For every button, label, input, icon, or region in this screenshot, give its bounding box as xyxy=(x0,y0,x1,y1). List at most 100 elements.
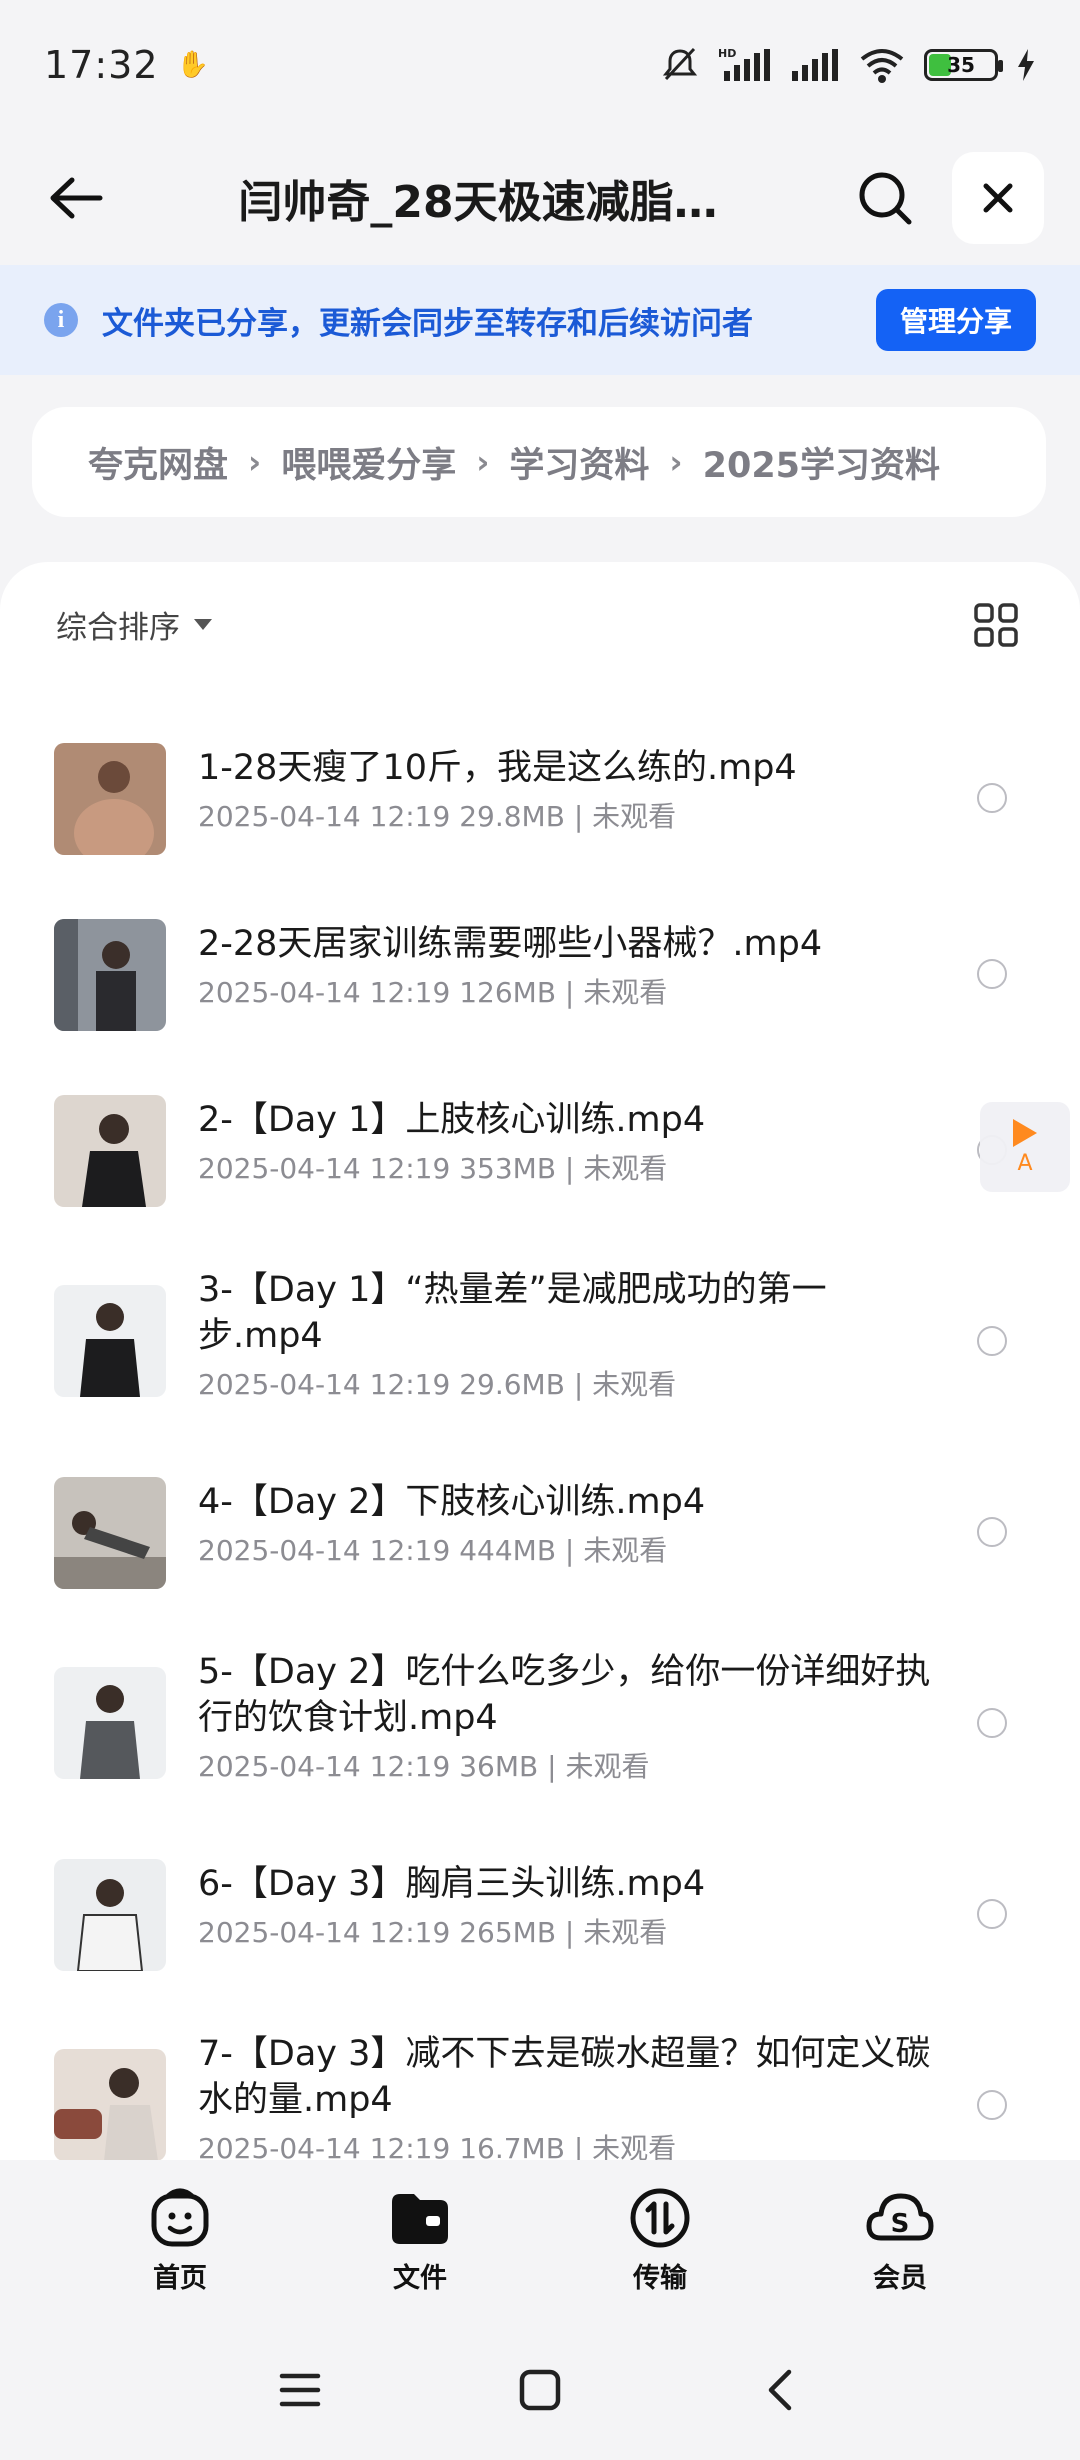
status-time: 17:32 xyxy=(44,43,159,87)
file-item[interactable]: 5-【Day 2】吃什么吃多少，给你一份详细好执行的饮食计划.mp4 2025-… xyxy=(0,1643,1080,1803)
file-item[interactable]: 2-28天居家训练需要哪些小器械？.mp4 2025-04-14 12:19 1… xyxy=(0,909,1080,1039)
tab-transfer[interactable]: 传输 xyxy=(580,2186,740,2295)
file-name: 3-【Day 1】“热量差”是减肥成功的第一步.mp4 xyxy=(198,1270,827,1356)
page-title: 闫帅奇_28天极速减脂… xyxy=(238,176,718,228)
video-thumbnail xyxy=(54,919,166,1031)
battery-level: 35 xyxy=(947,53,975,77)
chevron-left-icon xyxy=(768,2369,792,2411)
tab-files-label: 文件 xyxy=(393,2262,447,2294)
caret-down-icon[interactable] xyxy=(194,619,212,630)
tab-home[interactable]: 首页 xyxy=(100,2186,260,2295)
file-name: 4-【Day 2】下肢核心训练.mp4 xyxy=(198,1482,706,1522)
video-thumbnail xyxy=(54,1477,166,1589)
info-icon: i xyxy=(44,303,78,337)
file-name: 5-【Day 2】吃什么吃多少，给你一份详细好执行的饮食计划.mp4 xyxy=(198,1652,931,1738)
file-info: 6-【Day 3】胸肩三头训练.mp4 2025-04-14 12:19 265… xyxy=(198,1861,940,1951)
back-button[interactable] xyxy=(36,158,116,238)
signal-icon xyxy=(792,49,838,81)
floating-player-label: A xyxy=(1017,1150,1033,1176)
video-thumbnail xyxy=(54,1095,166,1207)
breadcrumb-item-share[interactable]: 喂喂爱分享 xyxy=(281,437,456,488)
square-icon xyxy=(519,2369,561,2411)
recent-apps-button[interactable] xyxy=(260,2350,340,2430)
file-meta: 2025-04-14 12:19 353MB | 未观看 xyxy=(198,1152,668,1185)
select-radio[interactable] xyxy=(977,1326,1007,1356)
file-info: 4-【Day 2】下肢核心训练.mp4 2025-04-14 12:19 444… xyxy=(198,1479,940,1569)
chevron-right-icon: › xyxy=(669,443,683,481)
notification-icon: ✋ xyxy=(176,50,209,80)
chevron-right-icon: › xyxy=(248,443,262,481)
file-info: 7-【Day 3】减不下去是碳水超量？如何定义碳水的量.mp4 2025-04-… xyxy=(198,2031,940,2167)
signal-hd-icon: HD xyxy=(718,47,770,81)
arrow-left-icon xyxy=(50,177,103,218)
header: 闫帅奇_28天极速减脂… xyxy=(0,130,1080,265)
file-name: 6-【Day 3】胸肩三头训练.mp4 xyxy=(198,1864,706,1904)
share-notice-banner: i 文件夹已分享，更新会同步至转存和后续访问者 管理分享 xyxy=(0,265,1080,375)
file-item[interactable]: 1-28天瘦了10斤，我是这么练的.mp4 2025-04-14 12:19 2… xyxy=(0,733,1080,863)
file-info: 1-28天瘦了10斤，我是这么练的.mp4 2025-04-14 12:19 2… xyxy=(198,745,940,835)
file-name: 1-28天瘦了10斤，我是这么练的.mp4 xyxy=(198,748,797,788)
select-radio[interactable] xyxy=(977,783,1007,813)
tab-home-label: 首页 xyxy=(153,2262,207,2294)
play-icon xyxy=(1013,1118,1037,1147)
file-list-panel: 综合排序 1-28天瘦了10斤，我是这么练的.mp4 2025-04-14 12… xyxy=(0,562,1080,2212)
select-radio[interactable] xyxy=(977,1517,1007,1547)
cloud-vip-icon: S xyxy=(866,2193,934,2240)
system-back-button[interactable] xyxy=(740,2350,820,2430)
select-radio[interactable] xyxy=(977,1899,1007,1929)
file-name: 7-【Day 3】减不下去是碳水超量？如何定义碳水的量.mp4 xyxy=(198,2034,931,2120)
file-meta: 2025-04-14 12:19 29.6MB | 未观看 xyxy=(198,1368,677,1401)
close-button[interactable] xyxy=(952,151,1044,244)
file-meta: 2025-04-14 12:19 126MB | 未观看 xyxy=(198,976,668,1009)
video-thumbnail xyxy=(54,1285,166,1397)
file-name: 2-28天居家训练需要哪些小器械？.mp4 xyxy=(198,924,823,964)
tab-vip[interactable]: S 会员 xyxy=(820,2186,980,2295)
breadcrumb-item-current[interactable]: 2025学习资料 xyxy=(703,437,940,488)
file-item[interactable]: 4-【Day 2】下肢核心训练.mp4 2025-04-14 12:19 444… xyxy=(0,1467,1080,1597)
system-nav-bar xyxy=(0,2320,1080,2460)
mute-bell-icon xyxy=(662,47,698,81)
video-thumbnail xyxy=(54,1667,166,1779)
tab-transfer-label: 传输 xyxy=(633,2262,687,2294)
select-radio[interactable] xyxy=(977,959,1007,989)
svg-text:S: S xyxy=(891,2209,910,2239)
select-radio[interactable] xyxy=(977,2090,1007,2120)
file-info: 2-28天居家训练需要哪些小器械？.mp4 2025-04-14 12:19 1… xyxy=(198,921,940,1011)
svg-text:HD: HD xyxy=(718,47,736,60)
grid-view-button[interactable] xyxy=(968,597,1024,653)
file-meta: 2025-04-14 12:19 36MB | 未观看 xyxy=(198,1750,650,1783)
search-button[interactable] xyxy=(840,153,930,243)
floating-player-button[interactable]: A xyxy=(980,1102,1070,1192)
file-info: 3-【Day 1】“热量差”是减肥成功的第一步.mp4 2025-04-14 1… xyxy=(198,1267,940,1403)
status-icons: HD 35 xyxy=(660,45,1036,85)
file-info: 5-【Day 2】吃什么吃多少，给你一份详细好执行的饮食计划.mp4 2025-… xyxy=(198,1649,940,1785)
bottom-tab-bar: 首页 文件 传输 S 会员 xyxy=(0,2160,1080,2320)
wifi-icon xyxy=(860,49,904,83)
folder-icon xyxy=(392,2193,448,2244)
battery-indicator: 35 xyxy=(924,49,1003,81)
close-icon xyxy=(983,183,1013,212)
file-meta: 2025-04-14 12:19 265MB | 未观看 xyxy=(198,1916,668,1949)
file-info: 2-【Day 1】上肢核心训练.mp4 2025-04-14 12:19 353… xyxy=(198,1097,940,1187)
file-item[interactable]: 2-【Day 1】上肢核心训练.mp4 2025-04-14 12:19 353… xyxy=(0,1085,1080,1215)
transfer-icon xyxy=(630,2188,690,2247)
breadcrumb-item-study[interactable]: 学习资料 xyxy=(509,437,649,488)
file-name: 2-【Day 1】上肢核心训练.mp4 xyxy=(198,1100,706,1140)
tab-vip-label: 会员 xyxy=(873,2262,927,2294)
grid-view-icon xyxy=(974,602,1018,647)
share-notice-text: 文件夹已分享，更新会同步至转存和后续访问者 xyxy=(102,305,753,342)
tab-files[interactable]: 文件 xyxy=(340,2186,500,2295)
file-item[interactable]: 6-【Day 3】胸肩三头训练.mp4 2025-04-14 12:19 265… xyxy=(0,1849,1080,1979)
file-meta: 2025-04-14 12:19 29.8MB | 未观看 xyxy=(198,800,677,833)
video-thumbnail xyxy=(54,743,166,855)
chevron-right-icon: › xyxy=(476,443,490,481)
select-radio[interactable] xyxy=(977,1708,1007,1738)
file-meta: 2025-04-14 12:19 444MB | 未观看 xyxy=(198,1534,668,1567)
breadcrumb-item-root[interactable]: 夸克网盘 xyxy=(88,437,228,488)
video-thumbnail xyxy=(54,2049,166,2161)
home-button[interactable] xyxy=(500,2350,580,2430)
file-item[interactable]: 3-【Day 1】“热量差”是减肥成功的第一步.mp4 2025-04-14 1… xyxy=(0,1261,1080,1421)
menu-icon xyxy=(279,2373,321,2407)
sort-dropdown[interactable]: 综合排序 xyxy=(56,602,180,647)
manage-share-button[interactable]: 管理分享 xyxy=(875,289,1036,351)
